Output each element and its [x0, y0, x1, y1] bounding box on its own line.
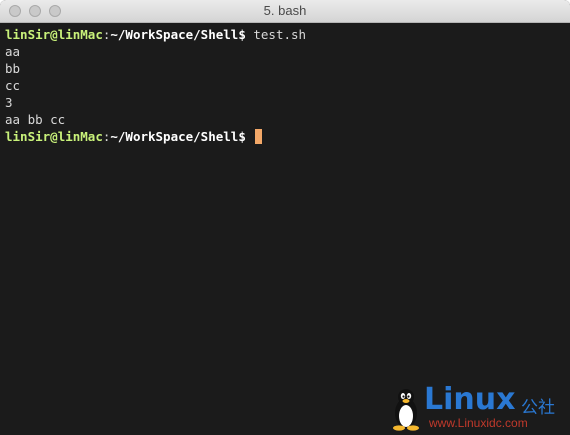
prompt-dollar: $ — [238, 129, 246, 144]
terminal-window: 5. bash linSir@linMac:~/WorkSpace/Shell$… — [0, 0, 570, 435]
prompt-host: linMac — [57, 27, 103, 42]
output-line: aa bb cc — [5, 112, 66, 127]
output-line: cc — [5, 78, 21, 93]
output-line: aa — [5, 44, 21, 59]
output-line: 3 — [5, 95, 13, 110]
prompt-user: linSir — [5, 27, 51, 42]
prompt-line[interactable]: linSir@linMac:~/WorkSpace/Shell$ — [5, 128, 570, 145]
prompt-dollar: $ — [238, 27, 246, 42]
title-bar[interactable]: 5. bash — [0, 0, 570, 23]
prompt-path: ~/WorkSpace/Shell — [110, 129, 239, 144]
prompt-host: linMac — [57, 129, 103, 144]
watermark-url: www.Linuxidc.com — [429, 416, 528, 430]
prompt-at: @ — [50, 129, 58, 144]
prompt-path: ~/WorkSpace/Shell — [110, 27, 239, 42]
watermark-brand: Linux — [424, 382, 516, 417]
watermark-cjk: 公社 — [521, 398, 555, 418]
prompt-line: linSir@linMac:~/WorkSpace/Shell$ test.sh — [5, 26, 570, 43]
window-title: 5. bash — [263, 3, 307, 18]
watermark: Linux 公社 www.Linuxidc.com — [391, 382, 566, 433]
output-line: bb — [5, 61, 21, 76]
penguin-icon — [393, 389, 419, 431]
terminal-content[interactable]: linSir@linMac:~/WorkSpace/Shell$ test.sh… — [0, 23, 570, 435]
prompt-at: @ — [50, 27, 58, 42]
text-cursor — [255, 129, 263, 144]
command-text: test.sh — [245, 27, 307, 42]
prompt-user: linSir — [5, 129, 51, 144]
